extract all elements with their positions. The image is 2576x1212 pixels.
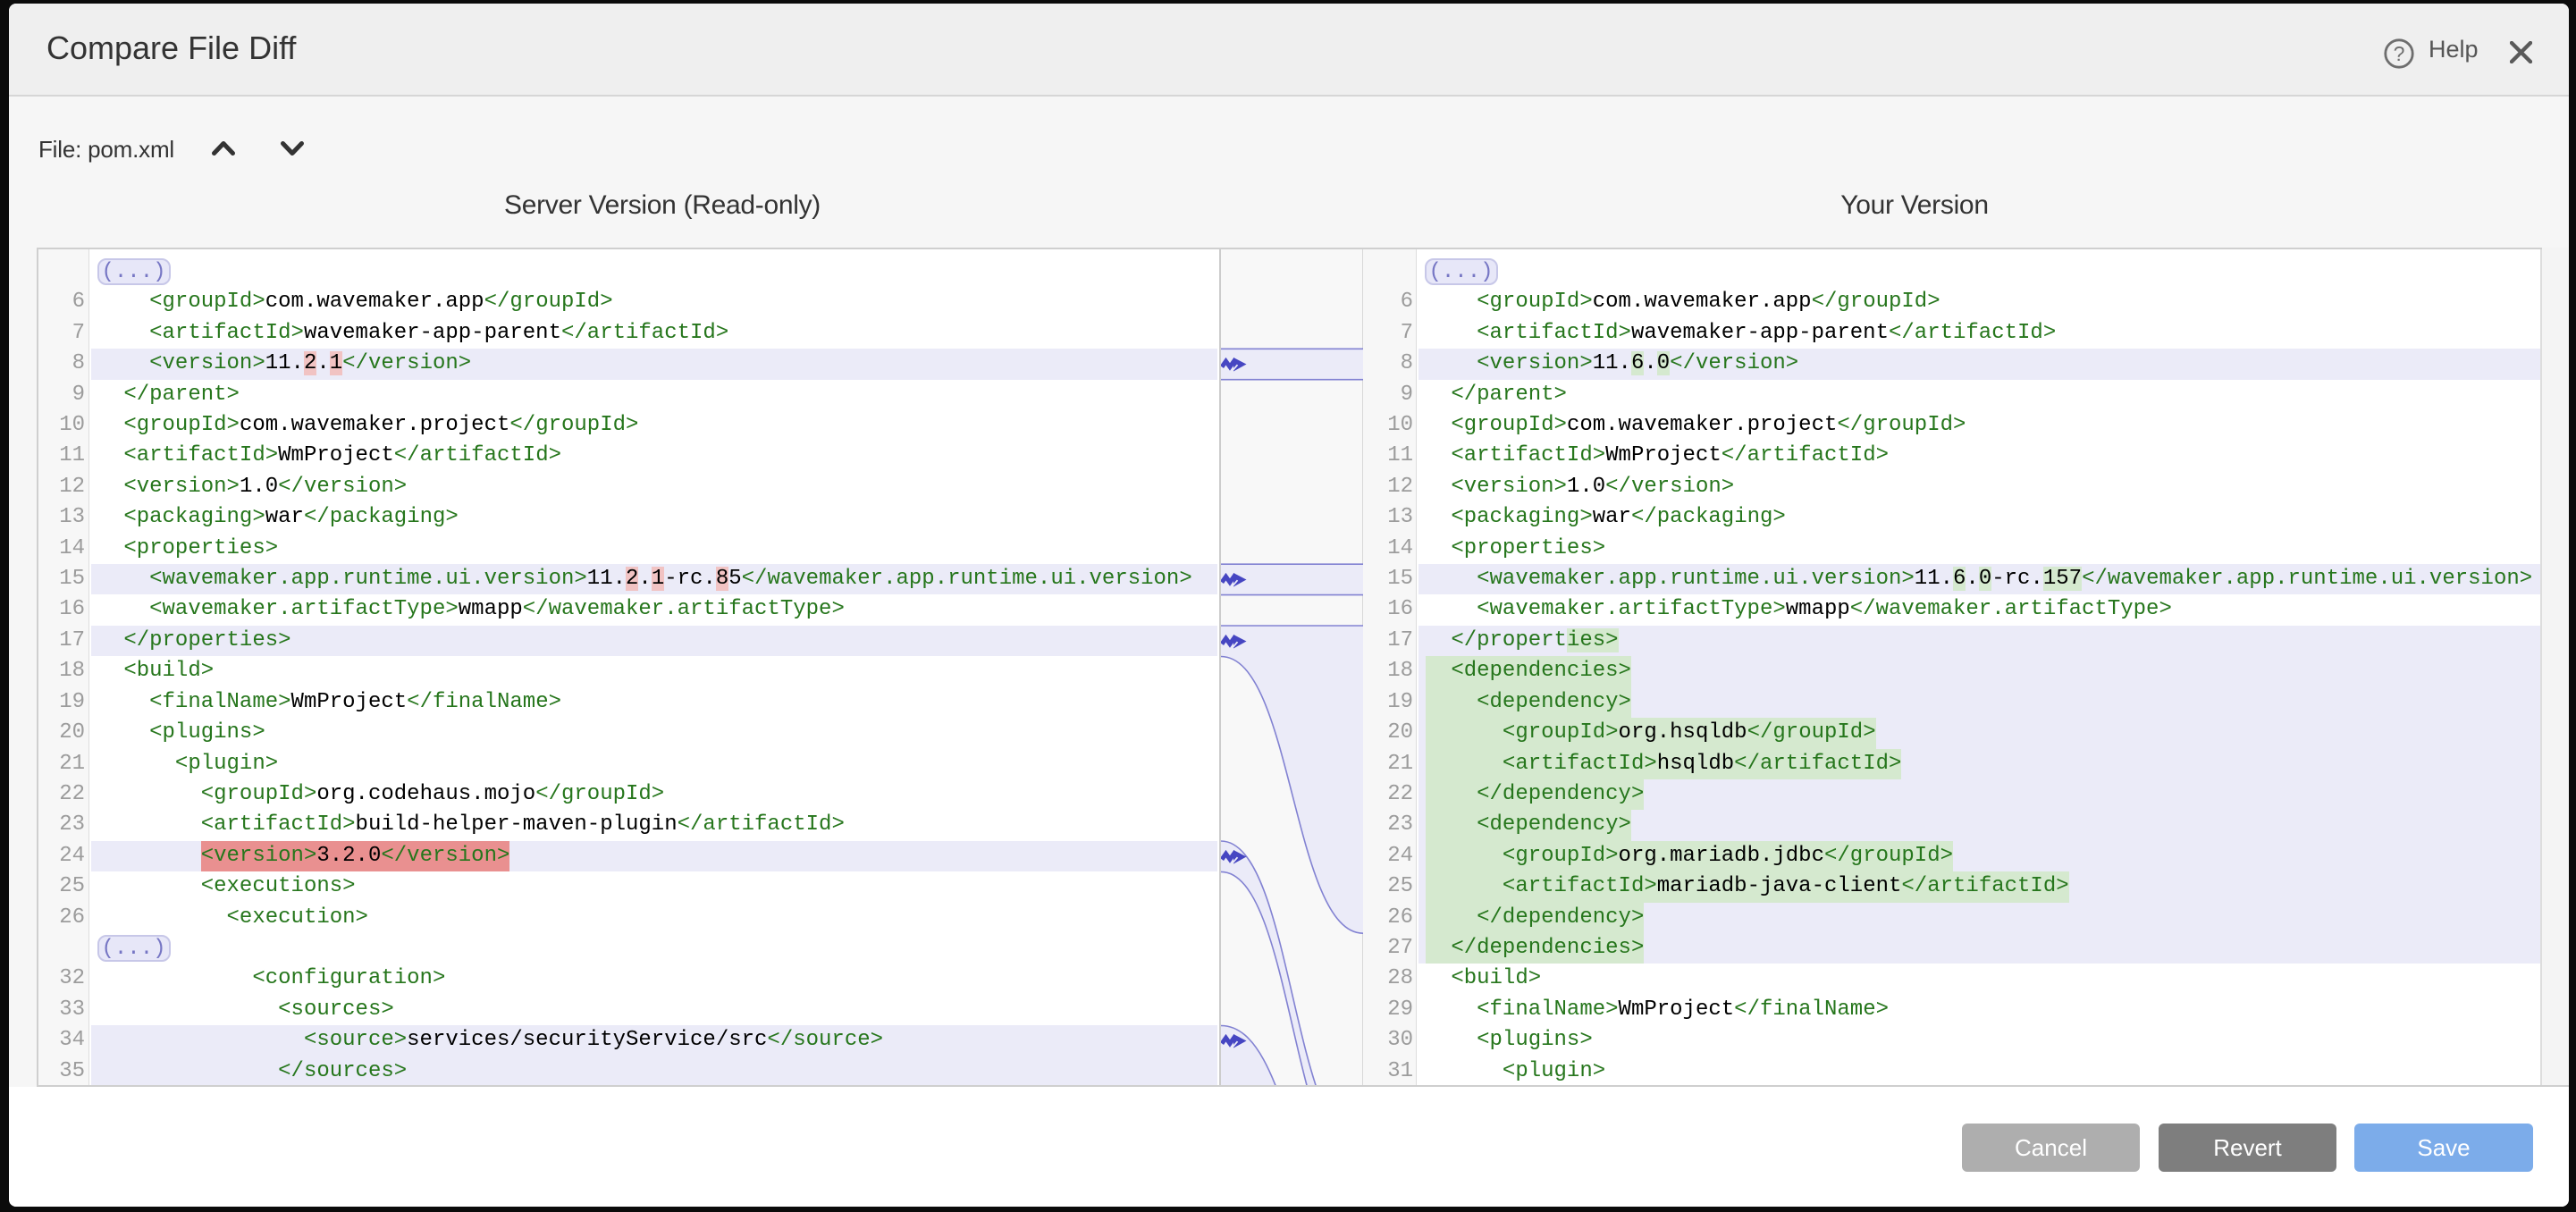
svg-text:?: ? [2394,42,2405,65]
